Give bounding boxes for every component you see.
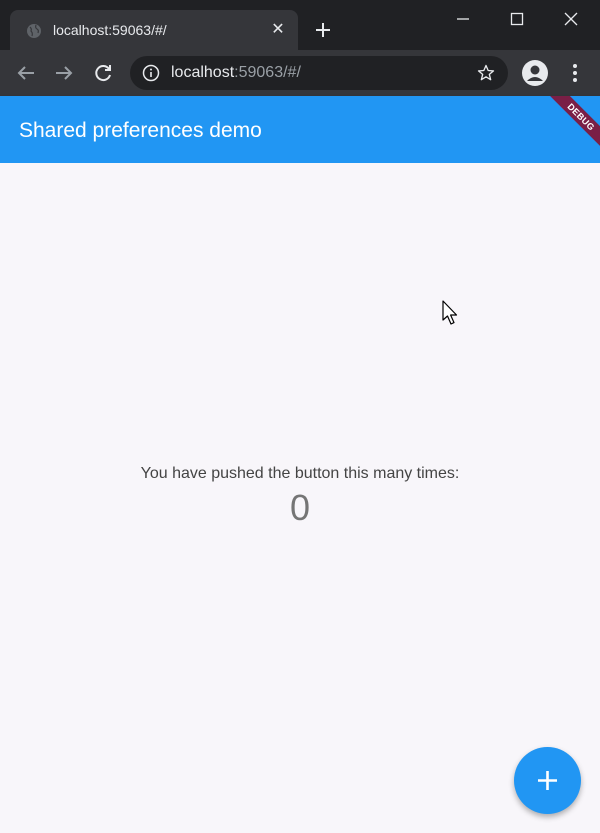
minimize-icon[interactable]	[450, 6, 476, 32]
address-bar[interactable]: localhost:59063/#/	[130, 56, 508, 90]
info-icon[interactable]	[142, 64, 160, 82]
url-host: localhost	[171, 64, 235, 81]
browser-titlebar: localhost:59063/#/ ✕	[0, 0, 600, 50]
back-arrow-icon[interactable]	[14, 61, 38, 85]
close-icon[interactable]: ✕	[268, 20, 288, 40]
debug-banner: DEBUG	[537, 96, 600, 161]
app-bar: Shared preferences demo DEBUG	[0, 96, 600, 163]
browser-tab[interactable]: localhost:59063/#/ ✕	[10, 10, 298, 50]
forward-arrow-icon[interactable]	[52, 61, 76, 85]
app-body: You have pushed the button this many tim…	[0, 163, 600, 833]
url-text[interactable]: localhost:59063/#/	[171, 64, 301, 82]
cursor-icon	[442, 300, 458, 325]
counter-value: 0	[289, 487, 311, 528]
window-close-icon[interactable]	[558, 6, 584, 32]
url-path: :59063/#/	[234, 64, 301, 81]
counter-message: You have pushed the button this many tim…	[140, 465, 460, 482]
tab-title: localhost:59063/#/	[53, 22, 167, 38]
more-vert-icon[interactable]	[565, 62, 585, 84]
browser-toolbar: localhost:59063/#/	[0, 50, 600, 96]
add-icon	[538, 771, 557, 790]
page-title: Shared preferences demo	[19, 119, 262, 142]
plus-icon[interactable]	[311, 18, 335, 42]
globe-icon	[27, 24, 41, 38]
star-icon[interactable]	[476, 63, 496, 83]
reload-icon[interactable]	[91, 61, 115, 85]
profile-icon[interactable]	[521, 59, 549, 87]
increment-fab[interactable]	[514, 747, 581, 814]
maximize-icon[interactable]	[504, 6, 530, 32]
